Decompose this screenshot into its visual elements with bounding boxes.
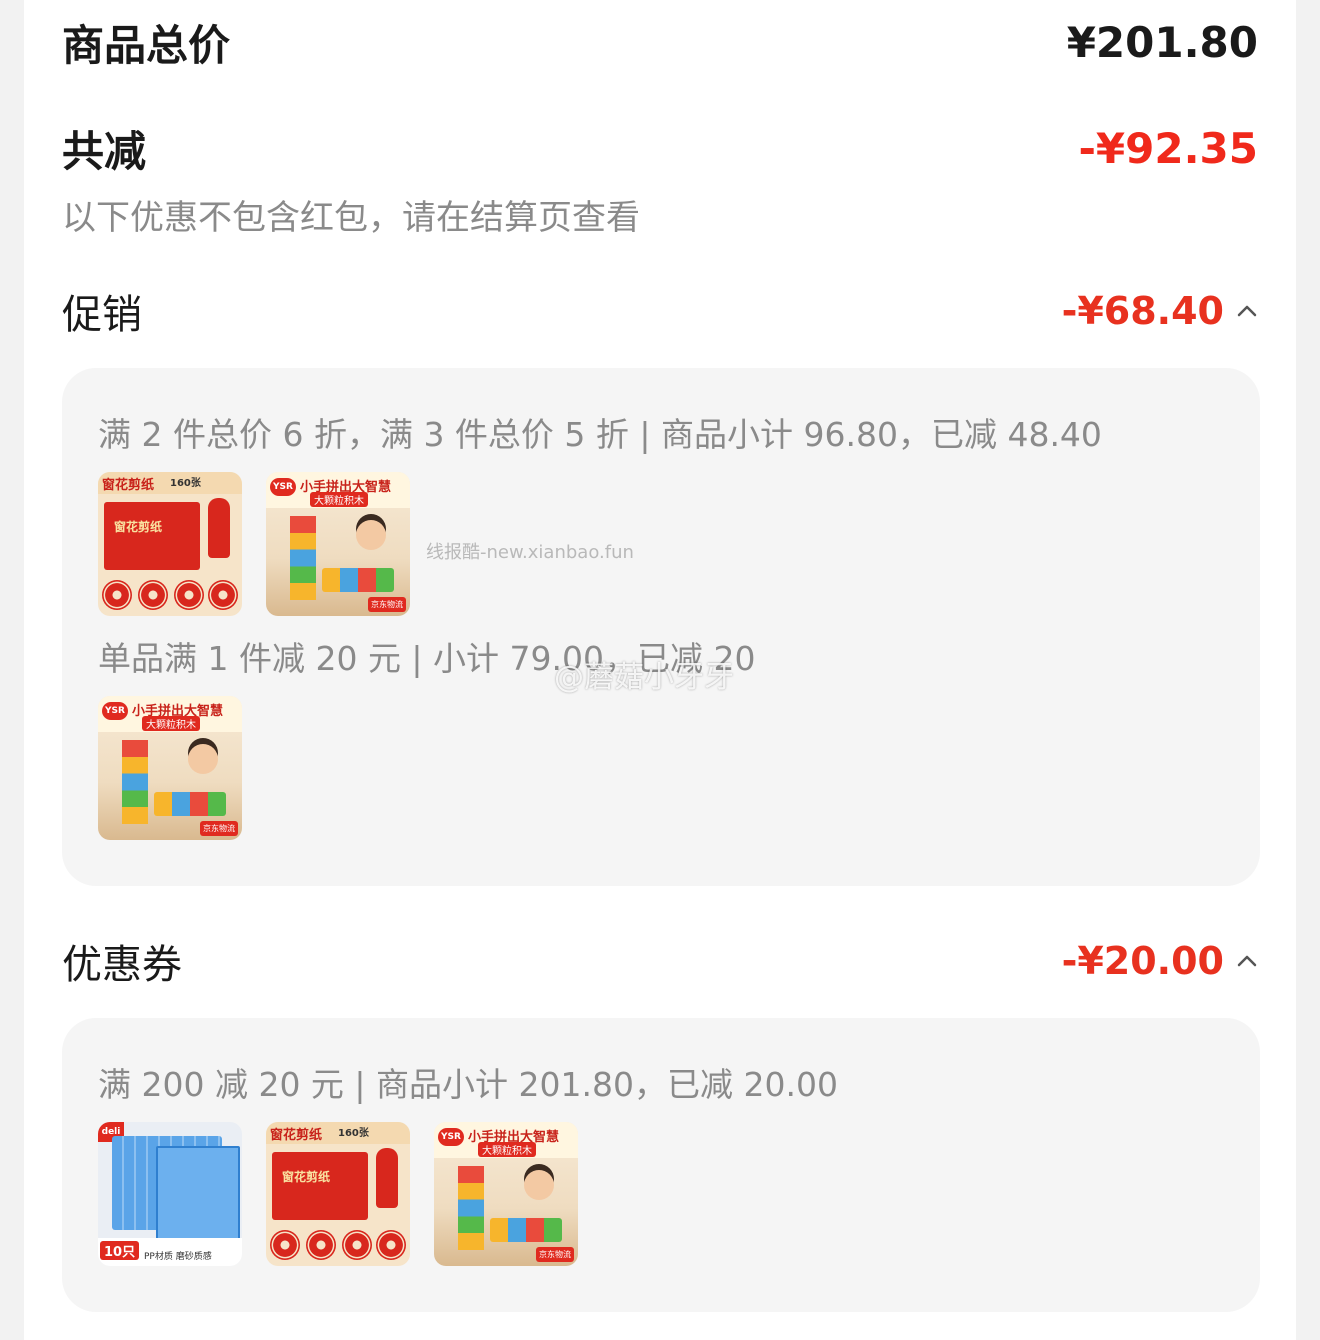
product-thumb-blocks[interactable]: YSR 小手拼出大智慧 大颗粒积木 京东物流 [434,1122,578,1266]
product-thumb-paper-cut[interactable]: 窗花剪纸 160张 窗花剪纸 [98,472,242,616]
product-tag: 大颗粒积木 [142,716,200,731]
coupon-header[interactable]: 优惠券 -¥20.00 [62,932,1258,990]
product-title: 窗花剪纸 [270,1128,323,1143]
discount-note: 以下优惠不包含红包，请在结算页查看 [62,198,640,238]
weibo-watermark: @蘑菇小牙牙 [554,660,734,695]
promotion-value: -¥68.40 [1061,289,1224,333]
coupon-label: 优惠券 [62,942,182,988]
product-box-text: 窗花剪纸 [114,520,163,534]
saved-label: 共减 [62,127,147,176]
product-tag: 大颗粒积木 [478,1142,536,1157]
product-count: 160张 [170,478,201,489]
product-thumb-paper-cut[interactable]: 窗花剪纸 160张 窗花剪纸 [266,1122,410,1266]
coupon-panel: 满 200 减 20 元 | 商品小计 201.80，已减 20.00 deli… [62,1018,1260,1312]
logistics-badge: 京东物流 [200,821,238,836]
saved-value: -¥92.35 [1078,124,1258,173]
product-thumb-blocks[interactable]: YSR 小手拼出大智慧 大颗粒积木 京东物流 [98,696,242,840]
brand-logo: YSR [102,702,128,720]
product-thumb-folder[interactable]: deli 10只 PP材质 磨砂质感 [98,1122,242,1266]
product-box-text: 窗花剪纸 [282,1170,331,1184]
promotion-header[interactable]: 促销 -¥68.40 [62,282,1258,340]
product-tag: 大颗粒积木 [310,492,368,507]
logistics-badge: 京东物流 [368,597,406,612]
logistics-badge: 京东物流 [536,1247,574,1262]
product-thumb-blocks[interactable]: YSR 小手拼出大智慧 大颗粒积木 京东物流 [266,472,410,616]
coupon-rule: 满 200 减 20 元 | 商品小计 201.80，已减 20.00 [98,1065,838,1104]
product-material: PP材质 磨砂质感 [144,1252,212,1262]
total-label: 商品总价 [62,21,231,70]
promotion-rule: 满 2 件总价 6 折，满 3 件总价 5 折 | 商品小计 96.80，已减 … [98,415,1102,454]
product-title: 窗花剪纸 [102,478,155,493]
coupon-value: -¥20.00 [1061,939,1224,983]
chevron-up-icon[interactable] [1236,300,1258,322]
brand-logo: YSR [438,1128,464,1146]
product-count: 160张 [338,1128,369,1139]
brand-logo: YSR [270,478,296,496]
promotion-label: 促销 [62,292,142,338]
chevron-up-icon[interactable] [1236,950,1258,972]
discount-detail-card: 商品总价 ¥201.80 共减 -¥92.35 以下优惠不包含红包，请在结算页查… [24,0,1296,1340]
site-watermark: 线报酷-new.xianbao.fun [426,542,634,563]
saved-row: 共减 -¥92.35 [62,118,1258,179]
product-count: 10只 [100,1241,140,1260]
promotion-panel: 满 2 件总价 6 折，满 3 件总价 5 折 | 商品小计 96.80，已减 … [62,368,1260,886]
total-value: ¥201.80 [1066,18,1258,67]
total-row: 商品总价 ¥201.80 [62,12,1258,73]
